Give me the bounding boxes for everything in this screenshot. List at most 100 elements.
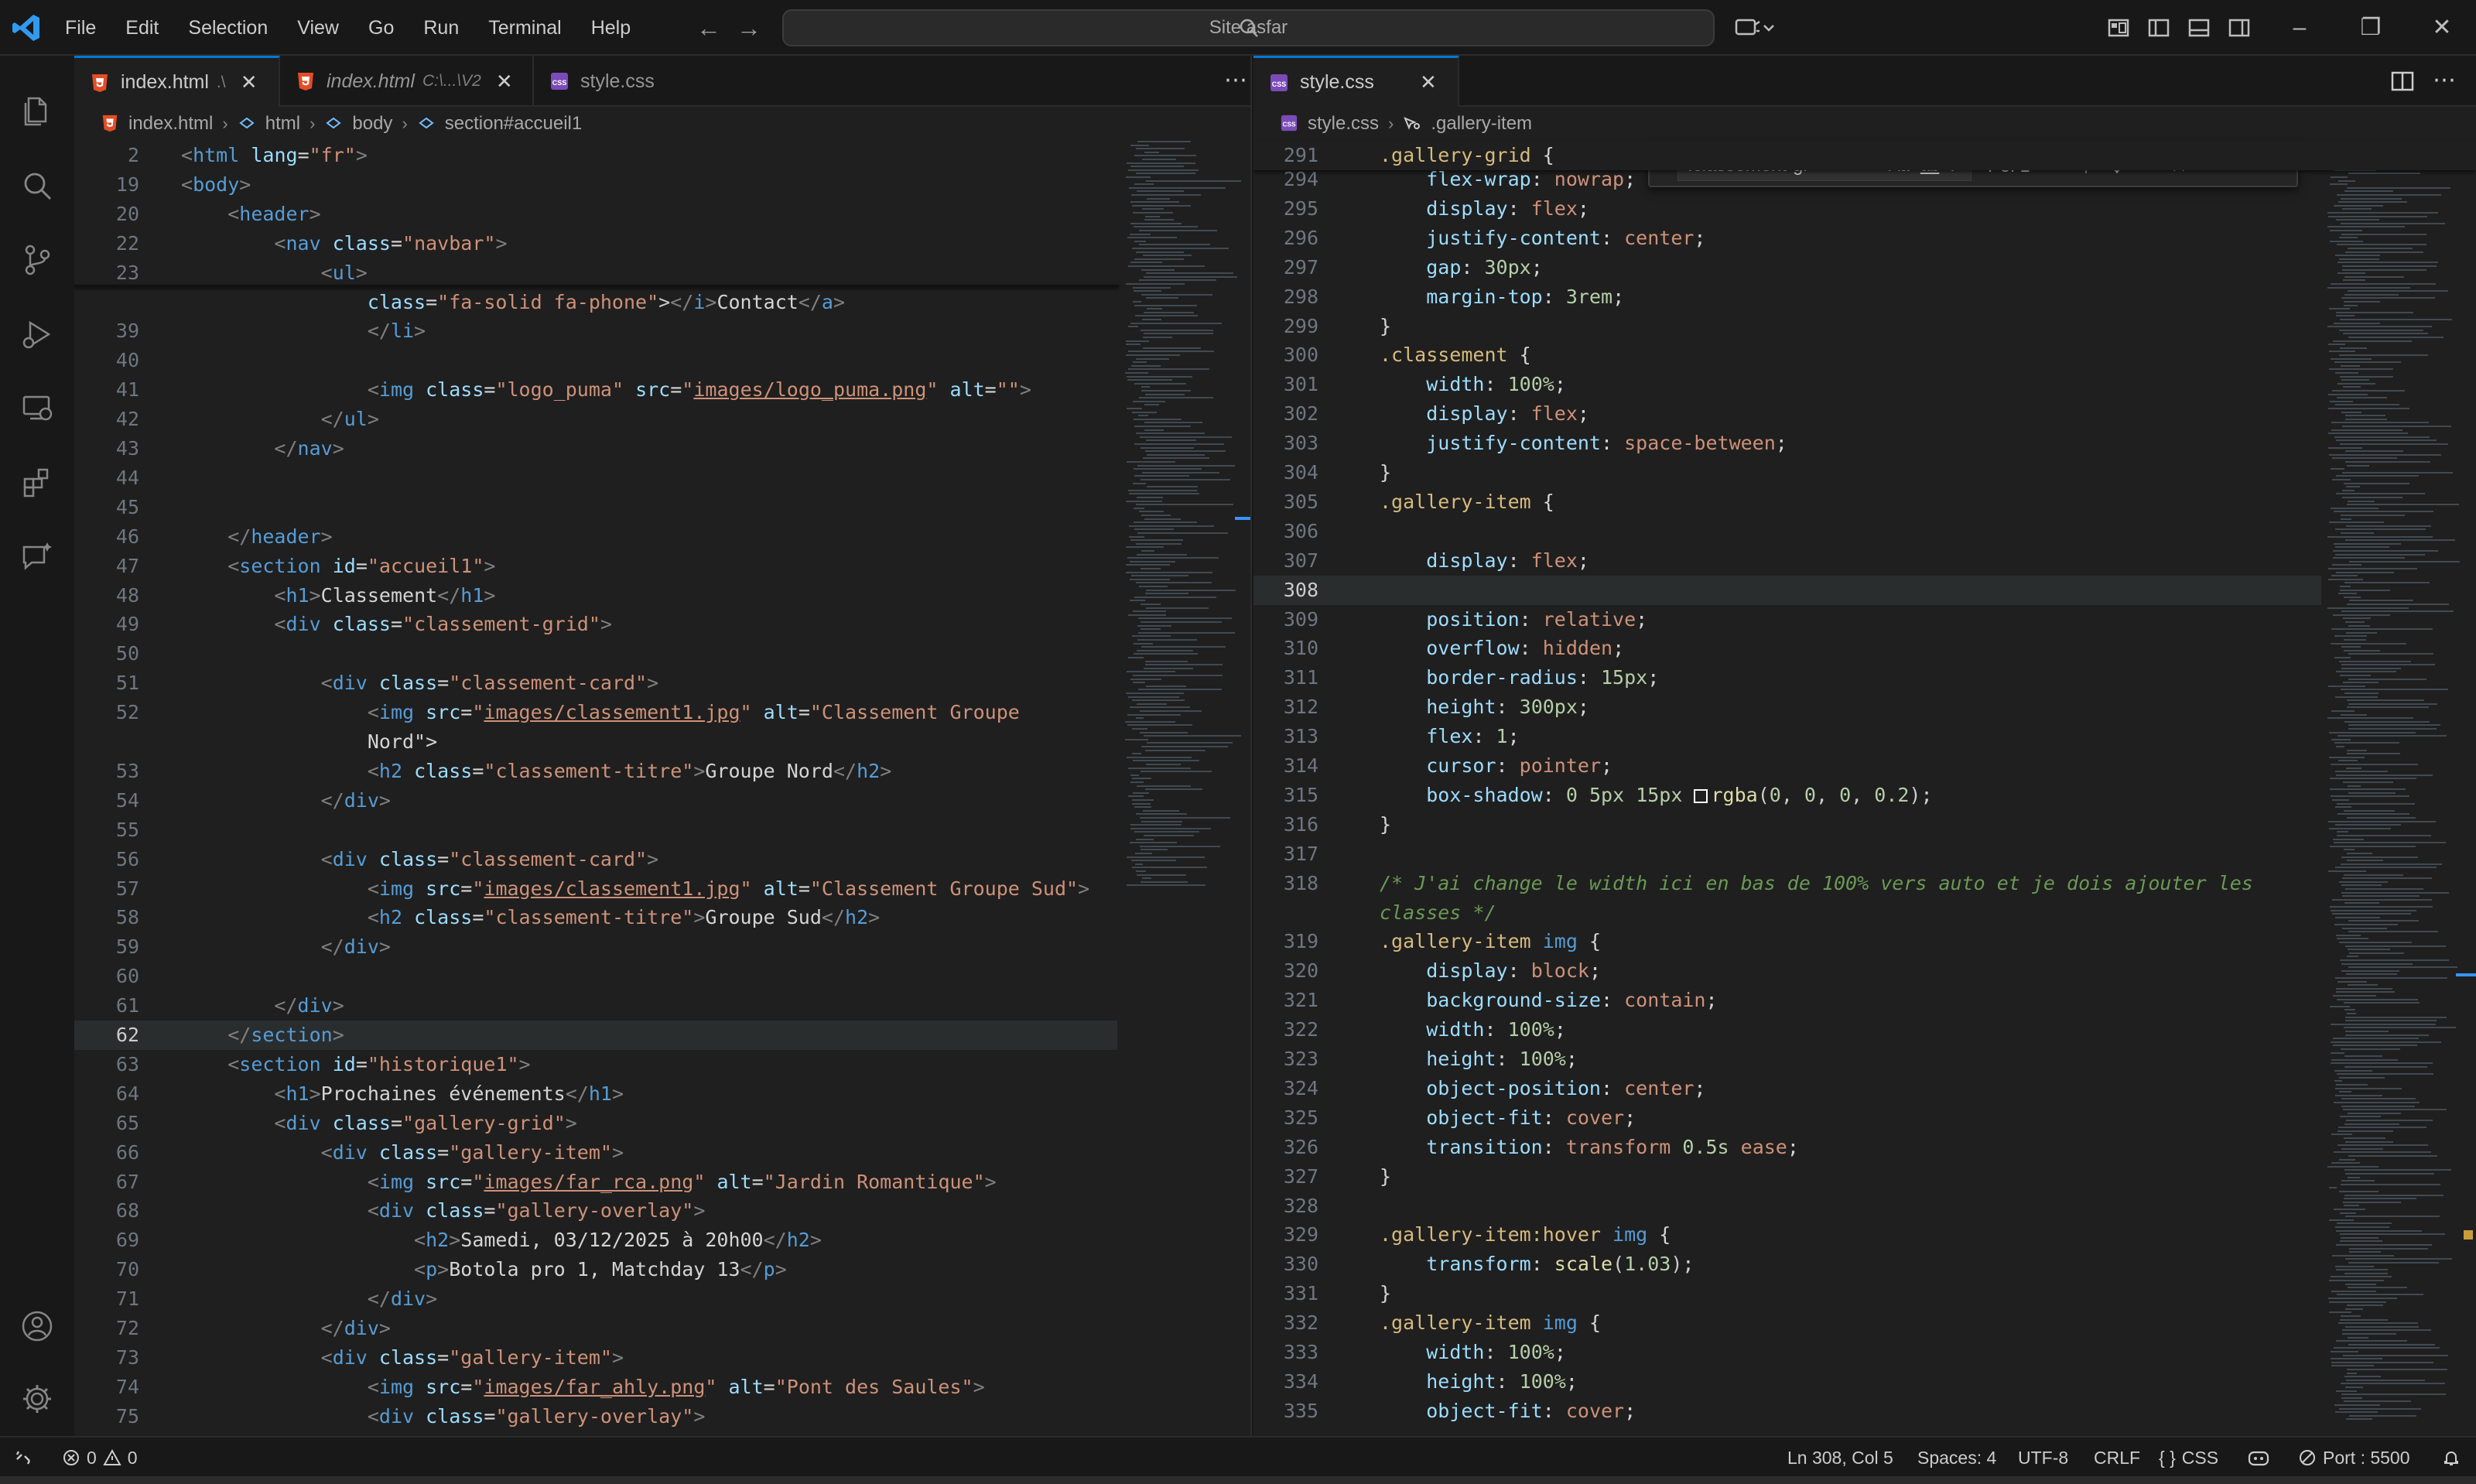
restore-icon[interactable]: ❐ bbox=[2355, 12, 2386, 43]
code-line[interactable]: 316} bbox=[1253, 810, 2476, 839]
code-line[interactable]: 54 </div> bbox=[74, 786, 1250, 816]
code-line[interactable]: 41 <img class="logo_puma" src="images/lo… bbox=[74, 375, 1250, 405]
code-line[interactable]: 47 <section id="accueil1"> bbox=[74, 552, 1250, 581]
tab-style-css-active[interactable]: CSS style.css ✕ bbox=[1253, 56, 1459, 107]
code-line[interactable]: classes */ bbox=[1253, 898, 2476, 928]
encoding[interactable]: UTF-8 bbox=[2018, 1438, 2068, 1478]
code-line[interactable]: 299} bbox=[1253, 312, 2476, 341]
code-line[interactable]: 303 justify-content: space-between; bbox=[1253, 429, 2476, 458]
minimap[interactable] bbox=[1122, 141, 1243, 1433]
code-line[interactable]: 63 <section id="historique1"> bbox=[74, 1050, 1250, 1079]
search-icon[interactable] bbox=[15, 164, 59, 207]
close-icon[interactable]: ✕ bbox=[1418, 70, 1439, 94]
code-line[interactable]: 333 width: 100%; bbox=[1253, 1338, 2476, 1367]
code-line[interactable]: 331} bbox=[1253, 1279, 2476, 1308]
settings-gear-icon[interactable] bbox=[15, 1377, 59, 1421]
code-line[interactable]: 305 .gallery-item { bbox=[1253, 487, 2476, 517]
code-line[interactable]: 61 </div> bbox=[74, 991, 1250, 1021]
command-center-search[interactable]: Site asfar bbox=[782, 9, 1715, 46]
live-server-port[interactable]: Port : 5500 bbox=[2298, 1438, 2410, 1478]
code-line[interactable]: 314 cursor: pointer; bbox=[1253, 751, 2476, 781]
code-line[interactable]: 66 <div class="gallery-item"> bbox=[74, 1138, 1250, 1168]
breadcrumb-item-file[interactable]: CSS style.css bbox=[1280, 113, 1379, 135]
code-line[interactable]: 318 /* J'ai change le width ici en bas de… bbox=[1253, 869, 2476, 898]
code-line[interactable]: 301 width: 100%; bbox=[1253, 370, 2476, 399]
breadcrumb-item-section[interactable]: section#accueil1 bbox=[417, 113, 582, 135]
notifications-bell-icon[interactable] bbox=[2442, 1438, 2461, 1478]
code-line[interactable]: 313 flex: 1; bbox=[1253, 722, 2476, 751]
menu-edit[interactable]: Edit bbox=[125, 17, 173, 39]
code-line[interactable]: 296 justify-content: center; bbox=[1253, 224, 2476, 253]
color-swatch[interactable] bbox=[1694, 788, 1708, 803]
code-line[interactable]: 49 <div class="classement-grid"> bbox=[74, 610, 1250, 639]
code-line[interactable]: 312 height: 300px; bbox=[1253, 692, 2476, 722]
code-line[interactable]: 300 .classement { bbox=[1253, 340, 2476, 370]
code-line[interactable]: 335 object-fit: cover; bbox=[1253, 1397, 2476, 1426]
end-of-line[interactable]: CRLF bbox=[2094, 1438, 2140, 1478]
code-line[interactable]: 297 gap: 30px; bbox=[1253, 253, 2476, 282]
code-line[interactable]: 67 <img src="images/far_rca.png" alt="Ja… bbox=[74, 1168, 1250, 1197]
code-line[interactable]: 322 width: 100%; bbox=[1253, 1015, 2476, 1045]
tab-index-html-v2[interactable]: index.html C:\...\V2 ✕ bbox=[280, 56, 534, 107]
code-line[interactable]: 329 .gallery-item:hover img { bbox=[1253, 1220, 2476, 1250]
code-line[interactable]: 324 object-position: center; bbox=[1253, 1074, 2476, 1103]
close-icon[interactable]: ✕ bbox=[238, 70, 260, 94]
code-line[interactable]: 59 </div> bbox=[74, 932, 1250, 962]
code-line[interactable]: 60 bbox=[74, 962, 1250, 991]
extensions-icon[interactable] bbox=[15, 461, 59, 504]
code-line[interactable]: 328 bbox=[1253, 1192, 2476, 1221]
code-line[interactable]: 43 </nav> bbox=[74, 434, 1250, 463]
code-line[interactable]: 295 display: flex; bbox=[1253, 194, 2476, 224]
code-line[interactable]: 23 <ul> bbox=[74, 258, 1250, 288]
code-line[interactable]: 315 box-shadow: 0 5px 15px rgba(0, 0, 0,… bbox=[1253, 781, 2476, 810]
code-line[interactable]: 311 border-radius: 15px; bbox=[1253, 663, 2476, 692]
toggle-primary-sidebar-icon[interactable] bbox=[2145, 14, 2173, 42]
close-window-icon[interactable]: ✕ bbox=[2426, 12, 2457, 43]
menu-run[interactable]: Run bbox=[423, 17, 474, 39]
problems-indicator[interactable]: 0 0 bbox=[62, 1438, 138, 1478]
code-line[interactable]: 64 <h1>Prochaines événements</h1> bbox=[74, 1079, 1250, 1109]
menu-selection[interactable]: Selection bbox=[188, 17, 282, 39]
menu-help[interactable]: Help bbox=[591, 17, 645, 39]
back-arrow-icon[interactable]: ← bbox=[695, 14, 723, 42]
code-line[interactable]: 72 </div> bbox=[74, 1314, 1250, 1343]
chevron-down-icon[interactable] bbox=[1761, 14, 1777, 42]
tab-style-css[interactable]: CSS style.css bbox=[534, 56, 741, 107]
menu-go[interactable]: Go bbox=[368, 17, 409, 39]
code-line[interactable]: 326 transition: transform 0.5s ease; bbox=[1253, 1133, 2476, 1162]
code-line[interactable]: 309 position: relative; bbox=[1253, 605, 2476, 634]
toggle-panel-icon[interactable] bbox=[2185, 14, 2213, 42]
code-line[interactable]: 332 .gallery-item img { bbox=[1253, 1308, 2476, 1338]
code-line[interactable]: 304} bbox=[1253, 458, 2476, 487]
code-line[interactable]: 320 display: block; bbox=[1253, 956, 2476, 986]
code-line[interactable]: 55 bbox=[74, 816, 1250, 845]
menu-file[interactable]: File bbox=[65, 17, 111, 39]
code-line[interactable]: 310 overflow: hidden; bbox=[1253, 634, 2476, 663]
code-line[interactable]: 308 bbox=[1253, 575, 2321, 605]
code-line[interactable]: 19 <body> bbox=[74, 170, 1250, 200]
code-line[interactable]: 71 </div> bbox=[74, 1284, 1250, 1314]
code-line[interactable]: 73 <div class="gallery-item"> bbox=[74, 1343, 1250, 1373]
code-line[interactable]: 319 .gallery-item img { bbox=[1253, 927, 2476, 956]
code-line[interactable]: 39 </li> bbox=[74, 316, 1250, 346]
code-line[interactable]: 2 <html lang="fr"> bbox=[74, 141, 1250, 170]
breadcrumb-item-selector[interactable]: .gallery-item bbox=[1403, 113, 1532, 135]
code-line[interactable]: 58 <h2 class="classement-titre">Groupe S… bbox=[74, 903, 1250, 932]
code-line[interactable]: 42 </ul> bbox=[74, 405, 1250, 434]
code-line[interactable]: 52 <img src="images/classement1.jpg" alt… bbox=[74, 698, 1250, 727]
run-debug-icon[interactable] bbox=[15, 313, 59, 356]
code-line[interactable]: 334 height: 100%; bbox=[1253, 1367, 2476, 1397]
account-icon[interactable] bbox=[15, 1304, 59, 1348]
code-line[interactable]: 51 <div class="classement-card"> bbox=[74, 668, 1250, 698]
code-line[interactable]: 317 bbox=[1253, 839, 2476, 869]
indentation[interactable]: Spaces: 4 bbox=[1917, 1438, 1996, 1478]
breadcrumb-item-file[interactable]: index.html bbox=[101, 113, 213, 135]
copilot-status-icon[interactable] bbox=[2247, 1438, 2270, 1478]
code-line[interactable]: 20 <header> bbox=[74, 200, 1250, 229]
code-line[interactable]: 325 object-fit: cover; bbox=[1253, 1103, 2476, 1133]
code-line[interactable]: 330 transform: scale(1.03); bbox=[1253, 1250, 2476, 1279]
code-line[interactable]: 70 <p>Botola pro 1, Matchday 13</p> bbox=[74, 1255, 1250, 1284]
code-line[interactable]: 50 bbox=[74, 639, 1250, 668]
code-line[interactable]: 321 background-size: contain; bbox=[1253, 986, 2476, 1015]
vertical-scrollbar[interactable] bbox=[1235, 141, 1250, 1433]
